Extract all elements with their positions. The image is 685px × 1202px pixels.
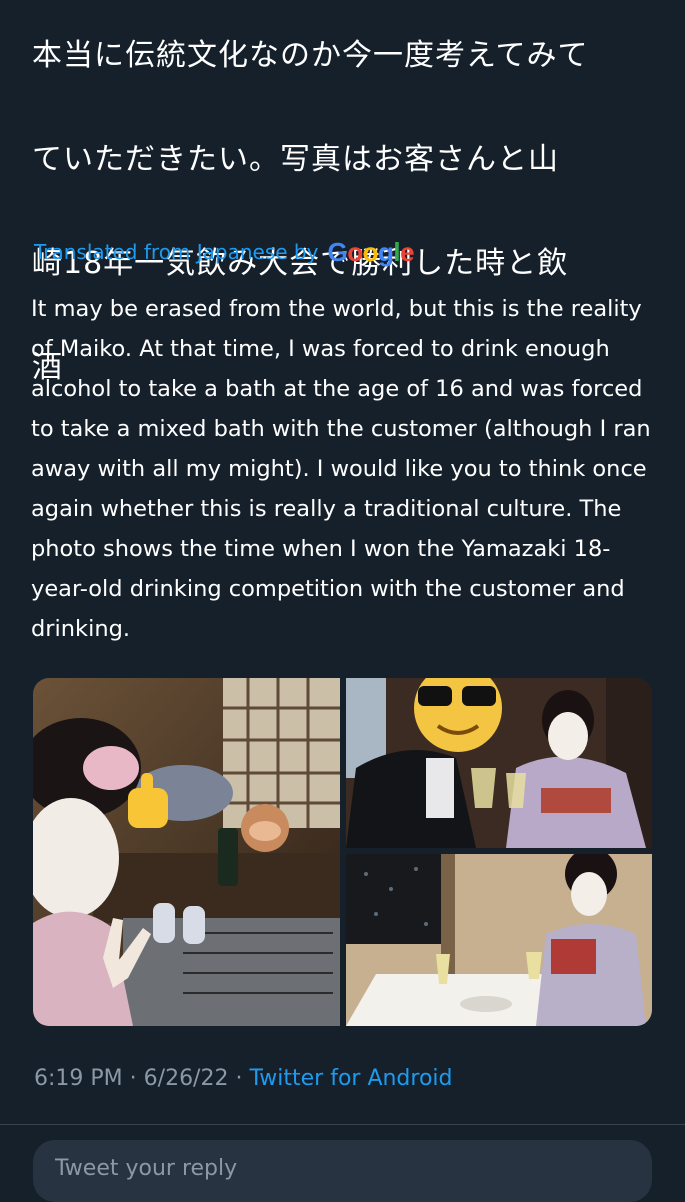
translation-label: Translated from Japanese by <box>34 240 319 264</box>
meta-separator: · <box>235 1066 243 1091</box>
original-text-line: ていただきたい。写真はお客さんと山 <box>32 142 559 177</box>
google-logo-letter: e <box>400 236 415 267</box>
photo-maiko-at-dinner[interactable] <box>346 854 652 1026</box>
photo-maiko-selfie-bar[interactable] <box>33 678 340 1026</box>
google-logo-letter: o <box>347 236 363 267</box>
tweet-date[interactable]: 6/26/22 <box>144 1066 229 1091</box>
reply-composer[interactable] <box>33 1140 652 1202</box>
divider <box>0 1124 685 1125</box>
meta-separator: · <box>129 1066 137 1091</box>
translated-tweet-text: It may be erased from the world, but thi… <box>31 296 651 642</box>
google-logo-letter: g <box>377 236 394 267</box>
original-text-line: 本当に伝統文化なのか今一度考えてみて <box>32 38 589 73</box>
google-logo-letter: o <box>362 236 379 267</box>
media-grid <box>33 678 652 1026</box>
google-logo-letter: l <box>393 236 401 267</box>
photo-toast-with-customer[interactable] <box>346 678 652 848</box>
tweet-source-link[interactable]: Twitter for Android <box>249 1066 452 1091</box>
google-logo-letter: G <box>327 236 348 267</box>
see-no-evil-monkey-icon <box>241 804 289 852</box>
translation-attribution[interactable]: Translated from Japanese by Google <box>34 234 415 270</box>
tweet-meta: 6:19 PM · 6/26/22 · Twitter for Android <box>34 1066 453 1091</box>
tweet-time[interactable]: 6:19 PM <box>34 1066 123 1091</box>
google-logo: Google <box>327 237 414 268</box>
reply-input[interactable] <box>33 1154 617 1182</box>
